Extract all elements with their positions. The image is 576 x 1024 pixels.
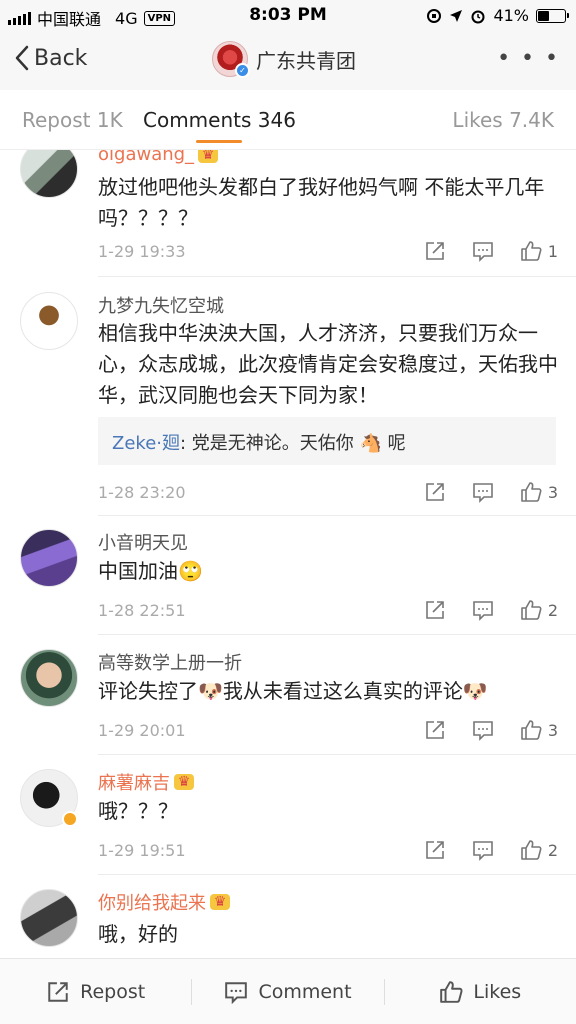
like-icon[interactable]: [520, 599, 542, 621]
comment-icon[interactable]: [472, 839, 494, 861]
comment-icon: [225, 981, 248, 1004]
comment-time: 1-29 20:01: [98, 721, 186, 740]
divider: [98, 754, 576, 755]
battery-icon: [536, 8, 569, 23]
verified-icon: ✓: [235, 63, 250, 78]
reply-preview[interactable]: Zeke·廻: 党是无神论。天佑你 🐴 呢: [98, 417, 556, 465]
comment-icon[interactable]: [472, 240, 494, 262]
verified-icon: [62, 811, 78, 827]
status-bar: 中国联通 4G VPN 8:03 PM 41%: [0, 0, 576, 32]
reply-text: : 党是无神论。天佑你 🐴 呢: [179, 433, 406, 454]
repost-icon: [48, 981, 68, 1002]
tab-likes[interactable]: Likes 7.4K: [452, 108, 554, 132]
like-count: 3: [547, 482, 558, 502]
like-count: 2: [547, 600, 558, 620]
comment-text: 评论失控了🐶我从未看过这么真实的评论🐶: [98, 679, 488, 703]
tab-comments[interactable]: Comments 346: [143, 108, 296, 132]
comment-text: 中国加油🙄: [98, 559, 203, 583]
repost-label: Repost: [80, 980, 146, 1003]
like-icon[interactable]: [520, 719, 542, 741]
vip-crown-icon: ♛: [198, 150, 219, 163]
comment-time: 1-29 19:33: [98, 242, 186, 261]
like-icon[interactable]: [520, 839, 542, 861]
comment-time: 1-28 22:51: [98, 601, 186, 620]
comment-text: 哦？？？: [98, 799, 178, 823]
comment-username[interactable]: 麻薯麻吉 ♛: [98, 769, 194, 795]
screen-lock-icon: [427, 8, 442, 23]
divider: [98, 634, 576, 635]
comment-text: 相信我中华泱泱大国，人才济济，只要我们万众一心，众志成城，此次疫情肯定会安稳度过…: [98, 321, 558, 407]
vip-crown-icon: ♛: [210, 894, 230, 910]
comment-username[interactable]: 你别给我起来 ♛: [98, 889, 230, 915]
comment-username[interactable]: 九梦九失忆空城: [98, 292, 224, 318]
comment-meta: 1-29 19:51 2: [98, 839, 558, 865]
comment-meta: 1-28 22:51 2: [98, 599, 558, 625]
comment-meta: 1-29 19:33 1: [98, 240, 558, 266]
like-count: 2: [547, 840, 558, 860]
page-title: 广东共青团: [256, 48, 356, 73]
tab-repost[interactable]: Repost 1K: [22, 108, 123, 132]
comment-time: 1-29 19:51: [98, 841, 186, 860]
comment-button[interactable]: Comment: [192, 959, 383, 1024]
comment-username[interactable]: 高等数学上册一折: [98, 649, 242, 675]
like-icon[interactable]: [520, 481, 542, 503]
back-button[interactable]: Back: [14, 44, 87, 72]
like-count: 3: [547, 720, 558, 740]
battery-percent: 41%: [493, 6, 529, 25]
tab-bar: Repost 1K Comments 346 Likes 7.4K: [0, 90, 576, 150]
comment-meta: 1-28 23:20 3: [98, 481, 558, 507]
repost-icon[interactable]: [424, 719, 446, 741]
account-header[interactable]: ✓ 广东共青团: [212, 41, 356, 78]
comment-icon[interactable]: [472, 719, 494, 741]
divider: [98, 874, 576, 875]
comment-list[interactable]: olgawang_ ♛ 放过他吧他头发都白了我好他妈气啊 不能太平几年吗？？？？…: [0, 150, 576, 958]
like-icon: [440, 980, 463, 1003]
repost-button[interactable]: Repost: [0, 959, 191, 1024]
repost-icon[interactable]: [424, 599, 446, 621]
back-label: Back: [34, 45, 88, 71]
avatar[interactable]: [20, 150, 78, 198]
likes-label: Likes: [473, 980, 522, 1003]
like-icon[interactable]: [520, 240, 542, 262]
comment-label: Comment: [258, 980, 352, 1003]
vip-crown-icon: ♛: [174, 774, 194, 790]
divider: [98, 515, 576, 516]
comment-time: 1-28 23:20: [98, 483, 186, 502]
active-tab-indicator: [196, 140, 242, 143]
bottom-action-bar: Repost Comment Likes: [0, 958, 576, 1024]
comment-username[interactable]: olgawang_ ♛: [98, 150, 219, 165]
nav-bar: Back ✓ 广东共青团 • • •: [0, 32, 576, 90]
location-icon: [450, 9, 463, 22]
comment-text: 放过他吧他头发都白了我好他妈气啊 不能太平几年吗？？？？: [98, 175, 545, 230]
avatar[interactable]: [20, 292, 78, 350]
comment-username[interactable]: 小音明天见: [98, 529, 188, 555]
avatar[interactable]: [20, 649, 78, 707]
chevron-left-icon: [15, 45, 29, 71]
more-button[interactable]: • • •: [497, 46, 560, 71]
avatar[interactable]: [20, 529, 78, 587]
avatar[interactable]: [20, 889, 78, 947]
comment-meta: 1-29 20:01 3: [98, 719, 558, 745]
likes-button[interactable]: Likes: [385, 959, 576, 1024]
alarm-icon: [471, 10, 485, 23]
repost-icon[interactable]: [424, 839, 446, 861]
repost-icon[interactable]: [424, 481, 446, 503]
reply-username[interactable]: Zeke·廻: [112, 433, 180, 454]
comment-icon[interactable]: [472, 599, 494, 621]
like-count: 1: [547, 241, 558, 261]
comment-icon[interactable]: [472, 481, 494, 503]
comment-text: 哦，好的: [98, 922, 178, 946]
repost-icon[interactable]: [424, 240, 446, 262]
divider: [98, 276, 576, 277]
account-avatar[interactable]: ✓: [212, 41, 250, 78]
